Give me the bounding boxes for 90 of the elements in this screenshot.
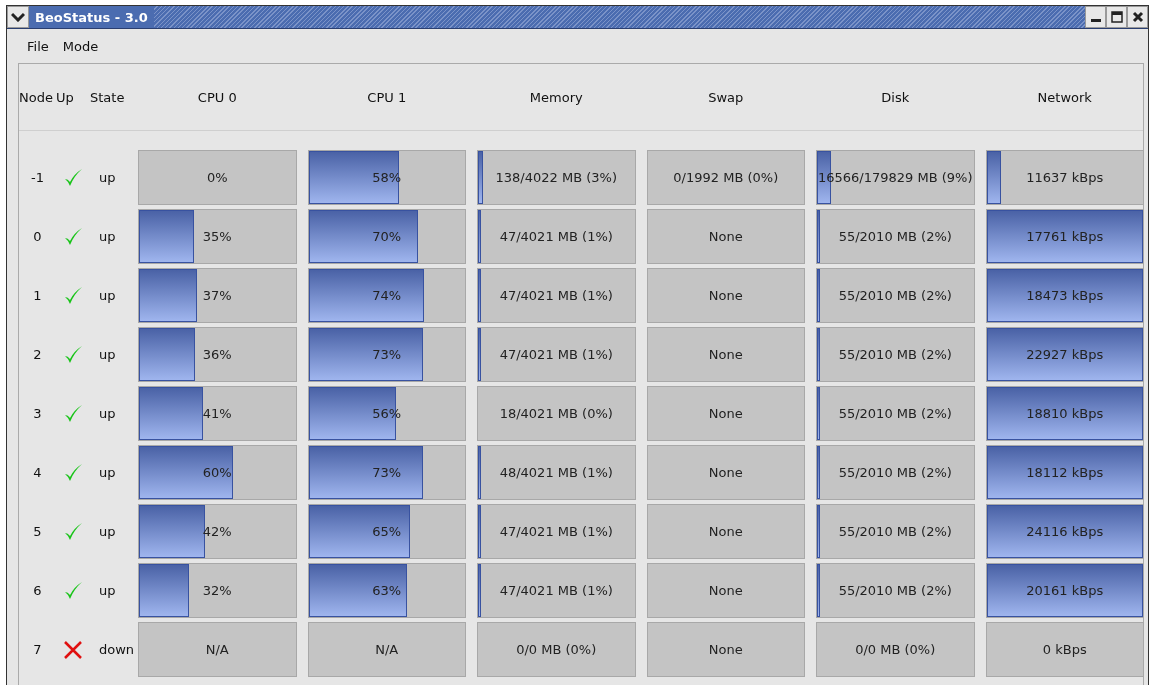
meter-value: 65% xyxy=(372,524,402,539)
meter-value: N/A xyxy=(375,642,399,657)
column-header: Network xyxy=(1037,89,1092,105)
meter-value: 55/2010 MB (2%) xyxy=(838,229,952,244)
meter-value: None xyxy=(708,229,743,244)
meter-value: None xyxy=(708,583,743,598)
meter-value: 0% xyxy=(206,170,228,185)
meter-value: 37% xyxy=(202,288,232,303)
meter-value: 47/4021 MB (1%) xyxy=(499,347,613,362)
meter-value: 0 kBps xyxy=(1042,642,1087,657)
node-number: 2 xyxy=(33,347,42,362)
meter-value: 55/2010 MB (2%) xyxy=(838,524,952,539)
close-button[interactable] xyxy=(1127,6,1148,28)
node-number: 5 xyxy=(33,524,42,539)
column-header: CPU 0 xyxy=(197,89,237,105)
meter-value: None xyxy=(708,347,743,362)
meter-value: 0/1992 MB (0%) xyxy=(673,170,779,185)
state-label: up xyxy=(98,406,116,421)
column-header: Up xyxy=(56,89,74,105)
meter-value: N/A xyxy=(205,642,229,657)
meter-value: 20161 kBps xyxy=(1026,583,1104,598)
meter-value: 18/4021 MB (0%) xyxy=(499,406,613,421)
meter-value: 74% xyxy=(372,288,402,303)
meter-value: None xyxy=(708,642,743,657)
minimize-icon xyxy=(1090,19,1101,22)
node-number: 6 xyxy=(33,583,42,598)
close-icon xyxy=(1131,11,1144,23)
meter-value: 63% xyxy=(372,583,402,598)
meter-value: 56% xyxy=(372,406,402,421)
meter-value: 0/0 MB (0%) xyxy=(855,642,936,657)
meter-value: 73% xyxy=(372,465,402,480)
node-number: -1 xyxy=(31,170,44,185)
node-number: 7 xyxy=(33,642,42,657)
meter-value: 73% xyxy=(372,347,402,362)
meter-value: 55/2010 MB (2%) xyxy=(838,465,952,480)
column-header: Swap xyxy=(708,89,744,105)
meter-value: 22927 kBps xyxy=(1026,347,1104,362)
state-label: up xyxy=(98,465,116,480)
state-label: up xyxy=(98,583,116,598)
column-header: Disk xyxy=(881,89,910,105)
state-label: up xyxy=(98,347,116,362)
meter-value: 24116 kBps xyxy=(1026,524,1104,539)
meter-value: 41% xyxy=(202,406,232,421)
meter-value: 17761 kBps xyxy=(1026,229,1104,244)
minimize-button[interactable] xyxy=(1085,6,1106,28)
meter-value: 18810 kBps xyxy=(1026,406,1104,421)
meter-value: 60% xyxy=(202,465,232,480)
meter-value: 35% xyxy=(202,229,232,244)
meter-value: 47/4021 MB (1%) xyxy=(499,524,613,539)
window-title: BeoStatus - 3.0 xyxy=(34,9,149,25)
meter-value: 18473 kBps xyxy=(1026,288,1104,303)
meter-value: 70% xyxy=(372,229,402,244)
meter-value: 55/2010 MB (2%) xyxy=(838,288,952,303)
meter-value: None xyxy=(708,288,743,303)
meter-value: 36% xyxy=(202,347,232,362)
window-menu-button[interactable] xyxy=(7,6,29,28)
state-label: up xyxy=(98,170,116,185)
state-label: down xyxy=(98,642,135,657)
menu-item[interactable]: Mode xyxy=(62,38,99,54)
maximize-icon xyxy=(1110,11,1123,23)
state-label: up xyxy=(98,229,116,244)
menu-item[interactable]: File xyxy=(27,38,49,54)
meter-value: 55/2010 MB (2%) xyxy=(838,347,952,362)
meter-value: None xyxy=(708,406,743,421)
state-label: up xyxy=(98,524,116,539)
meter-value: 48/4021 MB (1%) xyxy=(499,465,613,480)
meter-value: 11637 kBps xyxy=(1026,170,1104,185)
meter-value: 55/2010 MB (2%) xyxy=(838,406,952,421)
maximize-button[interactable] xyxy=(1106,6,1127,28)
meter-value: 47/4021 MB (1%) xyxy=(499,229,613,244)
node-number: 3 xyxy=(33,406,42,421)
meter-value: 47/4021 MB (1%) xyxy=(499,288,613,303)
column-header: CPU 1 xyxy=(367,89,407,105)
meter-value: None xyxy=(708,465,743,480)
column-header: State xyxy=(90,89,125,105)
column-header: Memory xyxy=(529,89,583,105)
meter-value: 58% xyxy=(372,170,402,185)
state-label: up xyxy=(98,288,116,303)
node-number: 4 xyxy=(33,465,42,480)
meter-value: 138/4022 MB (3%) xyxy=(495,170,617,185)
meter-value: 32% xyxy=(202,583,232,598)
meter-value: 0/0 MB (0%) xyxy=(516,642,597,657)
meter-value: 18112 kBps xyxy=(1026,465,1104,480)
node-number: 0 xyxy=(33,229,42,244)
meter-value: None xyxy=(708,524,743,539)
meter-value: 55/2010 MB (2%) xyxy=(838,583,952,598)
node-number: 1 xyxy=(33,288,42,303)
chevron-icon xyxy=(11,12,25,22)
meter-value: 47/4021 MB (1%) xyxy=(499,583,613,598)
column-header: Node xyxy=(19,89,53,105)
